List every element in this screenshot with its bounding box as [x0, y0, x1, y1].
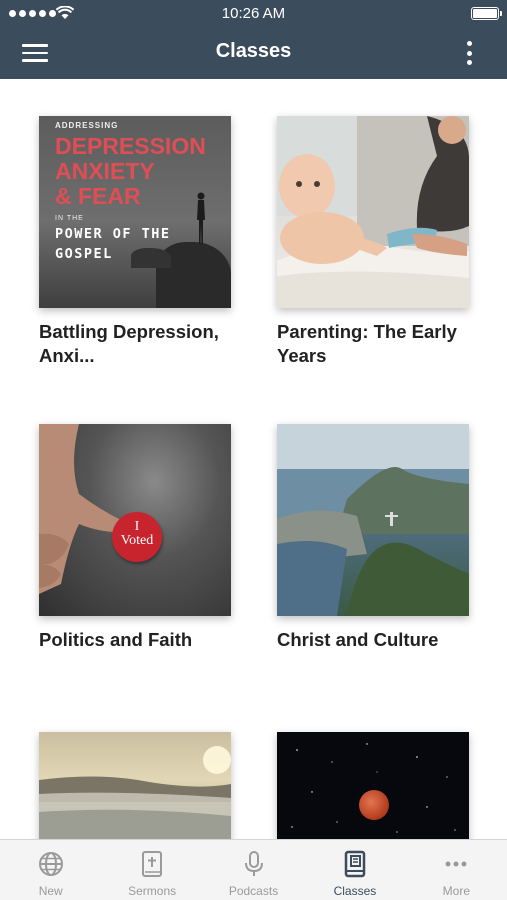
class-thumbnail: [277, 732, 469, 839]
nav-bar: Classes: [0, 28, 507, 79]
sticker-text: I: [134, 519, 140, 534]
app-header: 10:26 AM Classes: [0, 0, 507, 79]
baby-photo: [277, 116, 469, 308]
tab-label: Sermons: [128, 884, 177, 898]
status-time: 10:26 AM: [221, 5, 286, 22]
class-card[interactable]: Parenting: The Early Years: [277, 116, 477, 368]
tab-sermons[interactable]: Sermons: [101, 840, 202, 900]
artwork-text: IN THE: [55, 215, 84, 222]
foggy-landscape-photo: [39, 746, 231, 839]
artwork-text: ANXIETY: [55, 158, 155, 184]
artwork-text: POWER OF THE: [55, 226, 171, 242]
starfield: [291, 743, 456, 833]
microphone-icon: [244, 851, 263, 876]
class-title: Politics and Faith: [39, 629, 193, 650]
class-card[interactable]: [39, 732, 239, 839]
artwork-text: & FEAR: [55, 183, 141, 209]
status-bar: 10:26 AM: [0, 0, 507, 28]
artwork-text: GOSPEL: [55, 246, 113, 262]
sticker-text: Voted: [120, 533, 154, 548]
page-title: Classes: [215, 40, 292, 62]
class-card[interactable]: ADDRESSING DEPRESSION ANXIETY & FEAR IN …: [39, 116, 239, 368]
artwork-text: ADDRESSING: [55, 121, 119, 130]
tab-label: Classes: [333, 884, 377, 898]
more-options-icon[interactable]: [461, 39, 477, 67]
artwork-text: DEPRESSION: [55, 133, 206, 159]
battery-icon: [471, 7, 502, 20]
rock-shape: [131, 248, 171, 268]
person-silhouette: [197, 192, 205, 244]
class-title: Christ and Culture: [277, 629, 439, 650]
class-title: Parenting: The Early Years: [277, 321, 457, 366]
class-thumbnail: ADDRESSING DEPRESSION ANXIETY & FEAR IN …: [39, 116, 231, 308]
red-moon: [359, 790, 389, 820]
bible-icon: [142, 851, 163, 877]
tab-bar: New Sermons Podcasts Classes More: [0, 839, 507, 900]
tab-label: New: [38, 884, 63, 898]
globe-icon: [38, 852, 63, 876]
tab-label: Podcasts: [228, 884, 279, 898]
class-card[interactable]: I Voted Politics and Faith: [39, 424, 239, 652]
tab-more[interactable]: More: [406, 840, 507, 900]
class-thumbnail: [277, 424, 469, 616]
tab-label: More: [442, 884, 470, 898]
class-card[interactable]: [277, 732, 477, 839]
tab-classes[interactable]: Classes: [304, 840, 405, 900]
class-thumbnail: [39, 732, 231, 839]
book-icon: [344, 850, 366, 878]
tab-new[interactable]: New: [0, 840, 101, 900]
class-card[interactable]: Christ and Culture: [277, 424, 477, 652]
class-thumbnail: I Voted: [39, 424, 231, 616]
classes-grid: ADDRESSING DEPRESSION ANXIETY & FEAR IN …: [0, 79, 507, 839]
class-thumbnail: [277, 116, 469, 308]
tab-podcasts[interactable]: Podcasts: [203, 840, 304, 900]
rio-landscape-photo: [277, 424, 469, 616]
i-voted-sticker: I Voted: [112, 512, 162, 562]
class-title: Battling Depression, Anxi...: [39, 321, 219, 366]
ellipsis-icon: [445, 861, 467, 867]
